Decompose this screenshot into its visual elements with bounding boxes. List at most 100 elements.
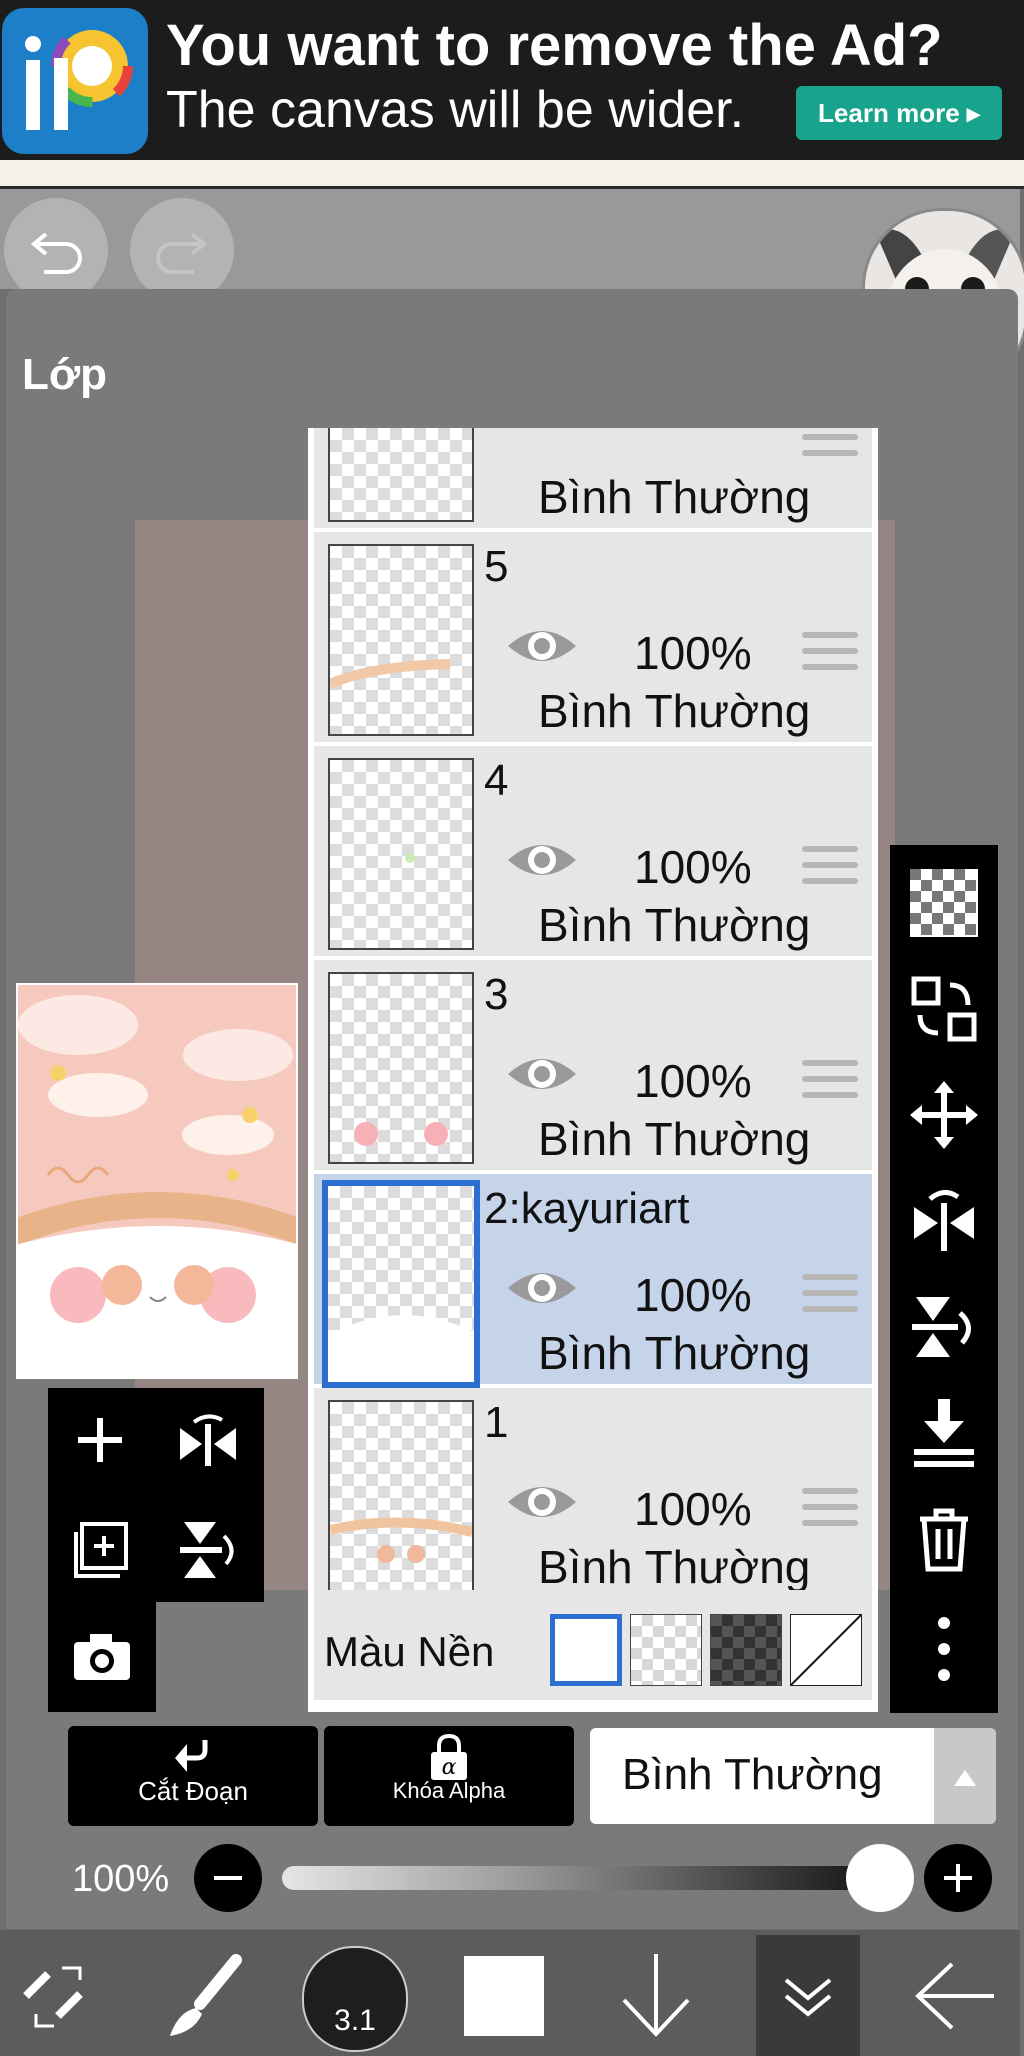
bg-white-swatch[interactable] [550,1614,622,1686]
undo-icon [30,232,82,274]
flip-layer-horizontal-button[interactable] [178,1414,238,1466]
layer-blend-mode: Bình Thường [538,899,811,951]
collapse-panel-button[interactable] [776,1966,840,2026]
swap-layer-icon[interactable] [910,975,978,1043]
ad-title: You want to remove the Ad? [166,13,943,78]
canvas-preview[interactable] [16,983,298,1379]
transform-icon [23,1966,83,2028]
opacity-value: 100% [72,1858,170,1900]
transform-tool-button[interactable] [18,1956,98,2036]
flip-layer-vertical-button[interactable] [180,1520,238,1580]
transparency-checker-icon[interactable] [910,869,978,937]
ad-subtitle: The canvas will be wider. [166,81,745,139]
undo-button[interactable] [4,198,108,302]
layer-thumbnail [328,428,474,522]
ad-logo [2,8,148,154]
layer-row[interactable]: 5 100% Bình Thường [314,532,872,742]
plus-icon [78,1418,122,1462]
alpha-lock-label: Khóa Alpha [392,1778,506,1803]
layer-name: 1 [484,1398,509,1447]
layer-blend-mode: Bình Thường [538,1113,811,1165]
opacity-slider-track[interactable] [282,1866,882,1890]
brush-size-button[interactable]: 3.1 [302,1946,408,2052]
layer-name: 5 [484,542,509,591]
layer-blend-mode: Bình Thường [538,471,811,523]
layer-thumbnail [328,972,474,1164]
eye-icon[interactable] [504,1478,580,1526]
brush-size-value: 3.1 [334,2004,376,2037]
layer-thumbnail [328,1400,474,1592]
add-layer-button[interactable] [76,1416,124,1464]
layer-row[interactable]: 1 100% Bình Thường [314,1388,872,1598]
bg-dark-checker-swatch[interactable] [710,1614,782,1686]
plus-icon [944,1864,972,1892]
move-icon[interactable] [910,1081,978,1149]
drag-handle-icon[interactable] [802,1060,858,1108]
camera-icon [74,1634,130,1680]
layer-list[interactable]: Bình Thường 5 100% Bình Thường 4 100% Bì… [308,428,878,1712]
drag-handle-icon[interactable] [802,1274,858,1322]
drag-handle-icon[interactable] [802,1488,858,1536]
trash-icon[interactable] [910,1505,978,1573]
eye-icon[interactable] [504,1264,580,1312]
drag-handle-icon[interactable] [802,846,858,894]
merge-down-icon[interactable] [910,1399,978,1467]
flip-vertical-icon[interactable] [910,1293,978,1361]
layer-actions [48,1388,264,1602]
color-picker-button[interactable] [464,1956,544,2036]
layer-opacity: 100% [634,627,752,679]
lock-icon: α [431,1734,467,1780]
layer-down-button[interactable] [614,1950,698,2040]
background-color-label: Màu Nền [324,1628,495,1675]
layer-thumbnail [328,758,474,950]
eye-icon[interactable] [504,1050,580,1098]
double-chevron-down-icon [784,1978,832,2017]
svg-text:α: α [442,1755,457,1780]
layer-opacity: 100% [634,1055,752,1107]
layer-name: 4 [484,756,509,805]
duplicate-layer-button[interactable] [72,1522,130,1580]
clipping-button[interactable]: Cắt Đoạn [68,1726,318,1826]
brush-icon [170,1954,242,2036]
layer-row-selected[interactable]: 2:kayuriart 100% Bình Thường [314,1174,872,1388]
bg-transparent-swatch[interactable] [630,1614,702,1686]
layer-row[interactable]: 3 100% Bình Thường [314,960,872,1170]
layer-opacity: 100% [634,841,752,893]
layer-thumbnail [328,544,474,736]
blend-mode-dropdown-button[interactable] [934,1728,996,1824]
layer-tool-column [890,845,998,1713]
more-options-icon[interactable] [910,1615,978,1683]
layer-blend-mode: Bình Thường [538,1327,811,1379]
camera-button[interactable] [72,1632,132,1682]
opacity-increase-button[interactable] [924,1844,992,1912]
clipping-label: Cắt Đoạn [138,1776,248,1806]
layer-name: 3 [484,970,509,1019]
back-button[interactable] [914,1956,998,2036]
eye-icon[interactable] [504,622,580,670]
triangle-up-icon [954,1770,976,1786]
redo-icon [156,232,208,274]
bg-none-swatch[interactable] [790,1614,862,1686]
background-color-row: Màu Nền [314,1590,872,1700]
eye-icon[interactable] [504,836,580,884]
drag-handle-icon[interactable] [802,632,858,680]
brush-tool-button[interactable] [160,1952,250,2042]
layer-row[interactable]: Bình Thường [314,428,872,528]
ad-separator [0,160,1024,189]
flip-horizontal-icon [180,1414,236,1466]
layer-blend-mode: Bình Thường [538,1541,811,1593]
layer-name: 2:kayuriart [484,1184,690,1233]
layer-blend-mode: Bình Thường [538,685,811,737]
alpha-lock-button[interactable]: α Khóa Alpha [324,1726,574,1826]
learn-more-button[interactable]: Learn more ▸ [796,86,1002,140]
flip-vertical-icon [180,1522,234,1578]
redo-button[interactable] [130,198,234,302]
layer-thumbnail [322,1180,480,1388]
flip-horizontal-icon[interactable] [910,1187,978,1255]
opacity-slider-thumb[interactable] [846,1844,914,1912]
layer-row[interactable]: 4 100% Bình Thường [314,746,872,956]
drag-handle-icon[interactable] [802,428,858,466]
opacity-decrease-button[interactable] [194,1844,262,1912]
ad-banner[interactable]: You want to remove the Ad? The canvas wi… [0,0,1024,160]
layer-actions-extra [48,1602,156,1712]
